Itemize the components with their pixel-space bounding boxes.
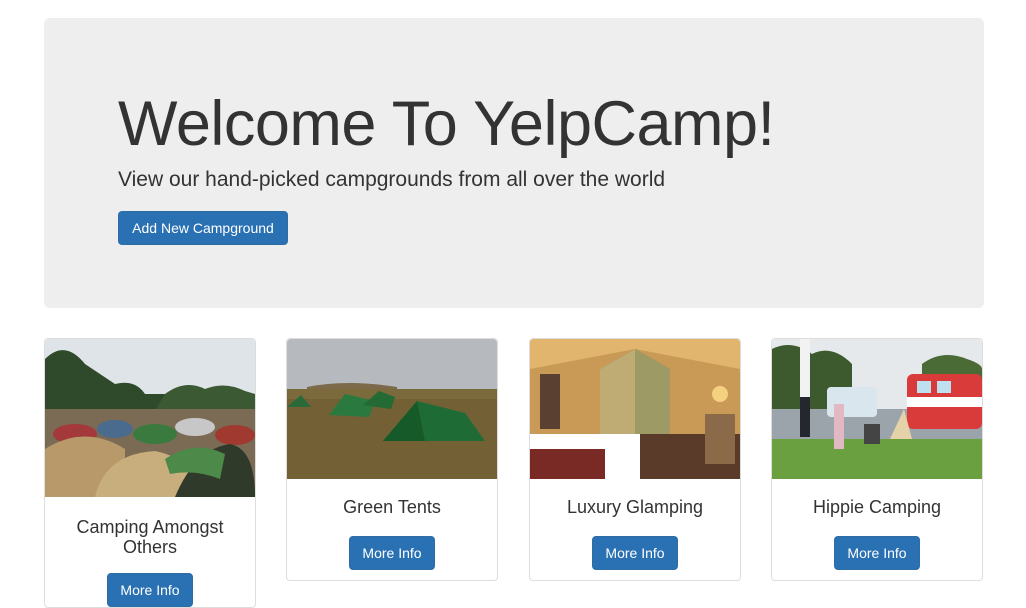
jumbotron: Welcome To YelpCamp! View our hand-picke…: [44, 18, 984, 308]
campground-name: Camping Amongst Others: [76, 517, 224, 557]
campground-photo-green-tents: [287, 339, 497, 479]
campground-card: Green Tents More Info: [286, 338, 498, 581]
campground-image[interactable]: [287, 339, 497, 479]
page-title: Welcome To YelpCamp!: [118, 89, 775, 159]
more-info-button[interactable]: More Info: [107, 573, 193, 607]
more-info-button[interactable]: More Info: [349, 536, 435, 570]
campground-name: Hippie Camping: [812, 497, 942, 517]
campground-photo-luxury-tent: [530, 339, 740, 479]
campground-card: Luxury Glamping More Info: [529, 338, 741, 581]
campground-image[interactable]: [772, 339, 982, 479]
campground-name: Green Tents: [343, 497, 441, 517]
page-subtitle: View our hand-picked campgrounds from al…: [118, 168, 666, 191]
campground-photo-crowded-tents: [45, 339, 255, 497]
add-new-campground-button[interactable]: Add New Campground: [118, 211, 288, 245]
campground-name: Luxury Glamping: [566, 497, 704, 517]
campground-image[interactable]: [530, 339, 740, 479]
more-info-button[interactable]: More Info: [834, 536, 920, 570]
campground-photo-hippie-vans: [772, 339, 982, 479]
campground-card: Hippie Camping More Info: [771, 338, 983, 581]
campground-image[interactable]: [45, 339, 255, 497]
campground-card: Camping Amongst Others More Info: [44, 338, 256, 608]
more-info-button[interactable]: More Info: [592, 536, 678, 570]
